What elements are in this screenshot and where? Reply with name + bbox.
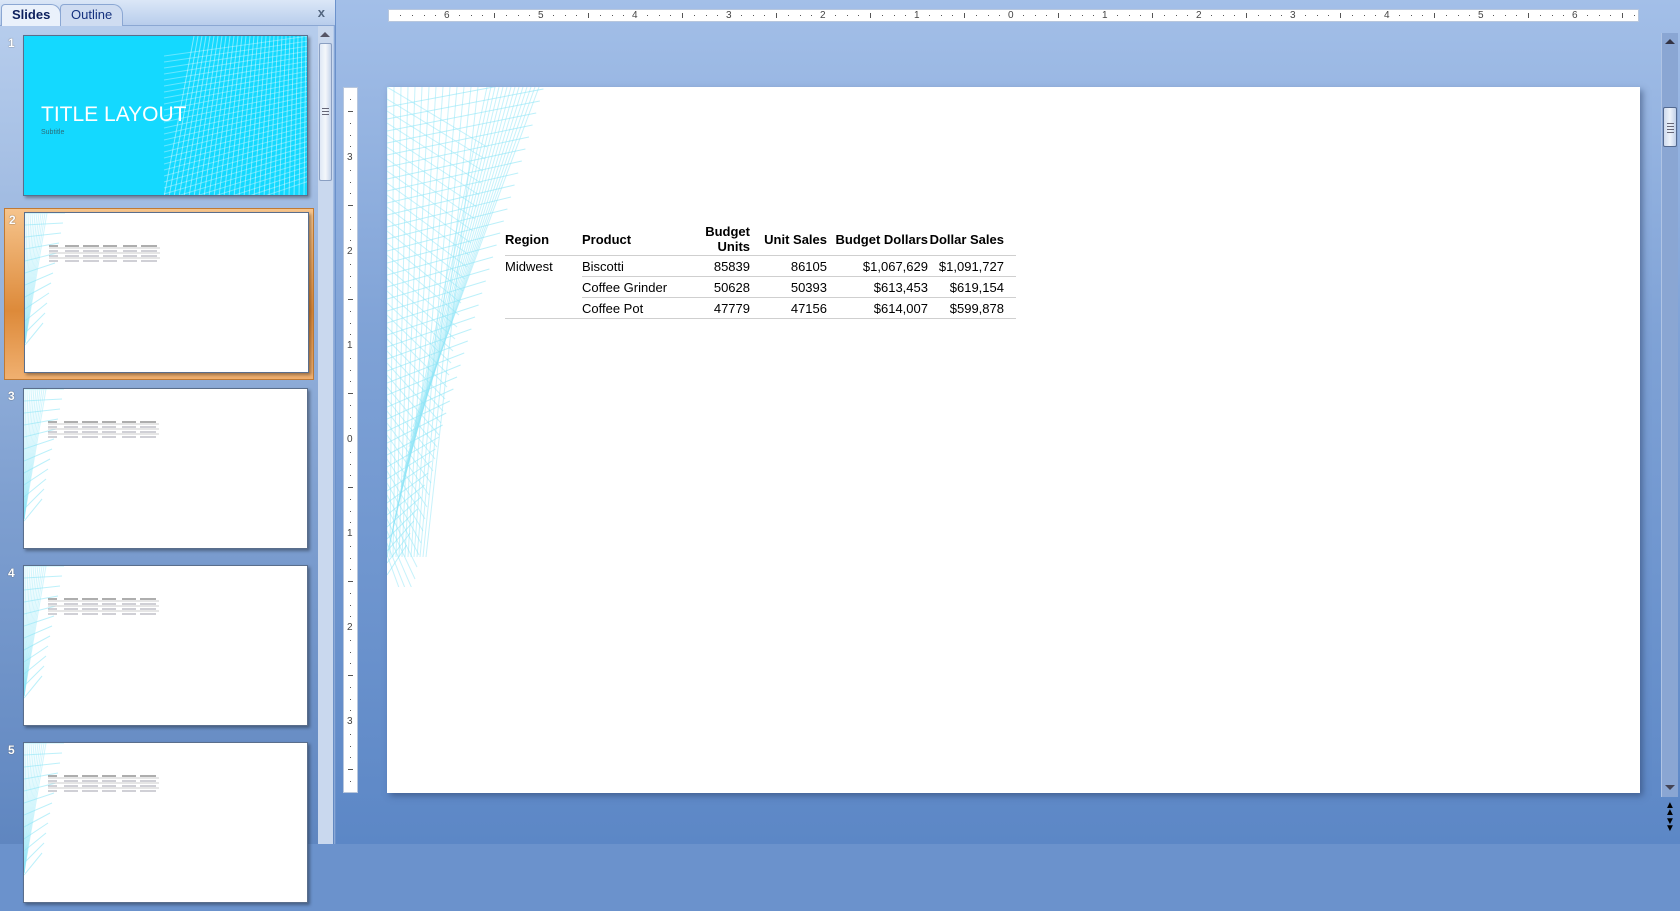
scrollbar-thumb[interactable] (1663, 107, 1677, 147)
ruler-label: 6 (444, 10, 450, 21)
previous-slide-icon[interactable]: ▲ ▲ (1663, 801, 1677, 818)
sales-table: Region Product Budget Units Unit Sales B… (505, 224, 1016, 319)
slide-preview (24, 389, 159, 522)
panel-tabs: Outline Slides x (0, 0, 335, 26)
close-panel-button[interactable]: x (318, 5, 325, 20)
table-row: Coffee Pot 47779 47156 $614,007 $599,878 (505, 297, 1016, 319)
slide-number: 5 (8, 743, 15, 757)
slide-preview (24, 743, 159, 876)
scroll-up-icon[interactable] (1665, 39, 1675, 44)
header-budget-units: Budget Units (672, 224, 750, 256)
ruler-label: 2 (820, 10, 826, 21)
ruler-label: 2 (347, 622, 353, 633)
ruler-label: 1 (347, 340, 353, 351)
slide-preview (25, 213, 160, 346)
ruler-label: 3 (347, 152, 353, 163)
budget-units-cell: 47779 (672, 297, 750, 319)
ruler-label: 3 (347, 716, 353, 727)
product-cell: Coffee Pot (582, 297, 672, 319)
scroll-down-icon[interactable] (1665, 785, 1675, 790)
ruler-label: 2 (347, 246, 353, 257)
ruler-label: 1 (1102, 10, 1108, 21)
ruler-label: 0 (1008, 10, 1014, 21)
slide-number: 3 (8, 389, 15, 403)
region-cell: Midwest (505, 258, 553, 274)
unit-sales-cell: 47156 (750, 297, 827, 319)
dollar-sales-cell: $1,091,727 (928, 255, 1016, 277)
thumb-title: TITLE LAYOUT (41, 103, 187, 126)
budget-dollars-cell: $614,007 (827, 297, 928, 319)
vertical-scrollbar[interactable] (1661, 33, 1678, 797)
header-budget-dollars: Budget Dollars (827, 224, 928, 256)
wireframe-decoration (387, 87, 544, 587)
product-cell: Biscotti (582, 255, 672, 277)
ruler-label: 1 (914, 10, 920, 21)
slide-thumbnail-1[interactable]: 1 TITLE LAYOUT Subtitle (4, 32, 314, 204)
dollar-sales-cell: $599,878 (928, 297, 1016, 319)
vertical-ruler[interactable]: 3 2 1 0 1 2 3 (343, 87, 358, 793)
budget-units-cell: 50628 (672, 276, 750, 298)
product-cell: Coffee Grinder (582, 276, 672, 298)
thumb-subtitle: Subtitle (41, 129, 65, 136)
ruler-label: 3 (1290, 10, 1296, 21)
horizontal-ruler[interactable]: 6 5 4 3 2 1 0 1 2 3 4 5 6 (388, 9, 1639, 22)
unit-sales-cell: 50393 (750, 276, 827, 298)
budget-units-cell: 85839 (672, 255, 750, 277)
slide-canvas[interactable]: Region Product Budget Units Unit Sales B… (387, 87, 1640, 793)
header-product: Product (582, 224, 672, 256)
table-row: Coffee Grinder 50628 50393 $613,453 $619… (505, 276, 1016, 298)
slide-thumbnail-2[interactable]: 2 (4, 208, 314, 380)
unit-sales-cell: 86105 (750, 255, 827, 277)
tab-outline[interactable]: Outline (60, 4, 124, 26)
ruler-label: 1 (347, 528, 353, 539)
panel-scrollbar[interactable] (318, 26, 333, 844)
ruler-label: 4 (1384, 10, 1390, 21)
slide-thumbnail-4[interactable]: 4 (4, 562, 314, 734)
ruler-label: 0 (347, 434, 353, 445)
ruler-label: 5 (1478, 10, 1484, 21)
slides-panel: Outline Slides x 1 TITLE LAYOUT Subtitle… (0, 0, 335, 903)
dollar-sales-cell: $619,154 (928, 276, 1016, 298)
ruler-label: 2 (1196, 10, 1202, 21)
slide-number: 1 (8, 36, 15, 50)
ruler-label: 5 (538, 10, 544, 21)
table-row: Midwest Biscotti 85839 86105 $1,067,629 … (505, 255, 1016, 277)
slide-number: 2 (9, 213, 16, 227)
ruler-label: 3 (726, 10, 732, 21)
header-region: Region (505, 224, 582, 256)
slide-number: 4 (8, 566, 15, 580)
ruler-label: 6 (1572, 10, 1578, 21)
slide-preview (24, 566, 159, 699)
ruler-label: 4 (632, 10, 638, 21)
tab-slides[interactable]: Slides (1, 4, 62, 26)
budget-dollars-cell: $613,453 (827, 276, 928, 298)
budget-dollars-cell: $1,067,629 (827, 255, 928, 277)
header-unit-sales: Unit Sales (750, 224, 827, 256)
header-dollar-sales: Dollar Sales (928, 224, 1016, 256)
slide-thumbnail-3[interactable]: 3 (4, 385, 314, 557)
scroll-up-icon[interactable] (320, 32, 330, 37)
next-slide-icon[interactable]: ▼ ▼ (1663, 817, 1677, 834)
panel-scrollbar-thumb[interactable] (319, 43, 332, 181)
slide-thumbnail-5[interactable]: 5 (4, 739, 314, 911)
